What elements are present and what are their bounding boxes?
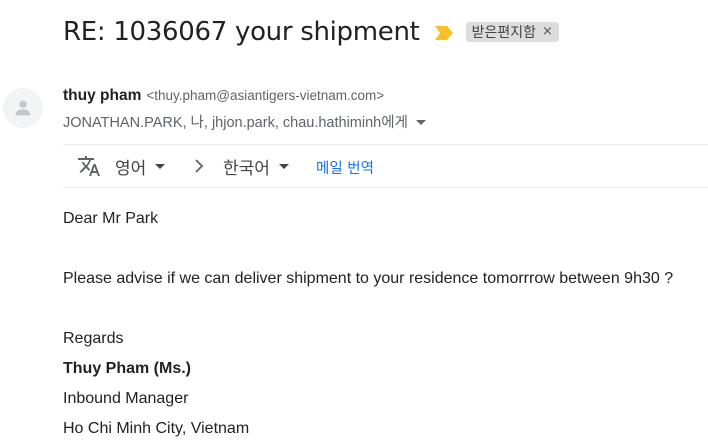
translate-icon [78,156,100,176]
recipients-list: JONATHAN.PARK, 나, jhjon.park, chau.hathi… [63,115,408,131]
inbox-label-chip: 받은편지함 × [465,22,559,42]
chevron-down-icon [278,164,289,169]
source-language-select[interactable]: 영어 [115,154,166,179]
translate-bar: 영어 한국어 메일 번역 [63,144,708,188]
closing: Regards [63,330,124,347]
greeting: Dear Mr Park [63,210,159,227]
person-avatar-icon [15,100,31,116]
chevron-down-icon [155,164,166,169]
close-icon[interactable]: × [542,24,553,39]
signature-title: Inbound Manager [63,390,189,407]
target-language-label: 한국어 [223,159,270,179]
translate-message-link[interactable]: 메일 번역 [316,157,374,178]
email-subject: RE: 1036067 your shipment [63,17,420,47]
chevron-right-icon [195,159,204,173]
signature-location: Ho Chi Minh City, Vietnam [63,420,250,437]
sender-name[interactable]: thuy pham [63,87,141,105]
sender-email: <thuy.pham@asiantigers-vietnam.com> [146,88,385,103]
label-text: 받은편지함 [471,24,536,41]
chevron-down-icon[interactable] [415,120,426,125]
email-body: Dear Mr Park Please advise if we can del… [63,204,673,444]
message-text: Please advise if we can deliver shipment… [63,270,674,287]
important-marker-icon[interactable] [434,25,454,41]
signature-name: Thuy Pham (Ms.) [63,360,192,377]
sender-row: thuy pham <thuy.pham@asiantigers-vietnam… [63,87,384,105]
recipients-row: JONATHAN.PARK, 나, jhjon.park, chau.hathi… [63,111,426,132]
avatar[interactable] [3,88,43,128]
subject-row: RE: 1036067 your shipment 받은편지함 × [63,14,559,50]
source-language-label: 영어 [115,159,147,179]
target-language-select[interactable]: 한국어 [223,154,289,179]
